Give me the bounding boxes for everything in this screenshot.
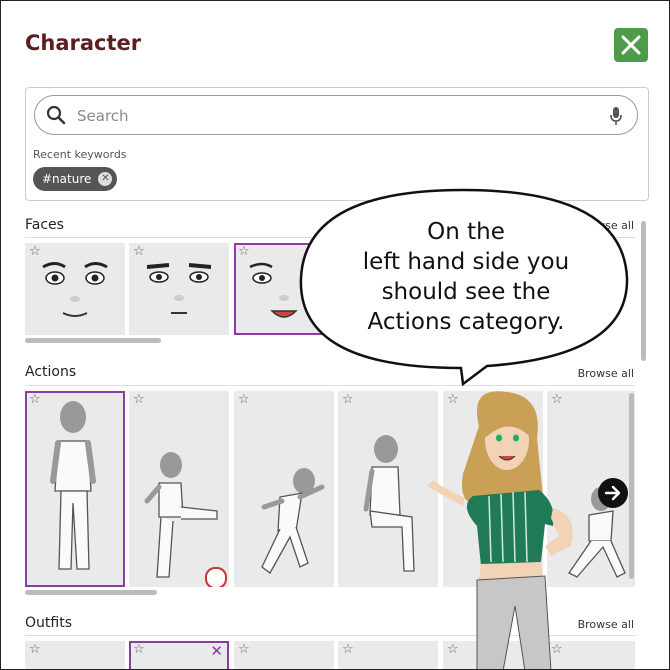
section-title-faces: Faces (25, 217, 64, 233)
star-icon[interactable]: ☆ (238, 643, 250, 657)
bubble-line: Actions category. (367, 309, 565, 335)
search-panel: Search Recent keywords #nature ✕ (25, 87, 649, 201)
search-placeholder: Search (77, 107, 129, 125)
close-button[interactable] (614, 28, 648, 62)
bubble-line: On the (427, 219, 505, 245)
section-title-outfits: Outfits (25, 615, 72, 631)
page-scrollbar[interactable] (641, 221, 646, 361)
kicking-figure (144, 452, 218, 578)
actions-scrollbar[interactable] (25, 590, 157, 595)
standing-figure (50, 401, 96, 570)
outfit-card[interactable]: ☆ (234, 641, 334, 669)
faces-scrollbar[interactable] (25, 338, 161, 343)
outfit-card[interactable]: ☆ (25, 641, 125, 669)
dialog-title: Character (25, 31, 142, 55)
star-icon[interactable]: ☆ (29, 393, 41, 407)
character-dialog: Character Search Recent keywords #nature… (0, 0, 670, 670)
arrow-right-icon (604, 485, 621, 501)
search-icon (46, 105, 66, 125)
star-icon[interactable]: ☆ (238, 393, 250, 407)
remove-outfit-icon[interactable]: ✕ (210, 643, 223, 659)
star-icon[interactable]: ☆ (133, 393, 145, 407)
outfit-card-selected[interactable]: ☆ ✕ (129, 641, 229, 669)
microphone-icon[interactable] (609, 106, 623, 126)
remove-chip-icon[interactable]: ✕ (98, 172, 113, 186)
star-icon[interactable]: ☆ (342, 643, 354, 657)
running-figure (261, 468, 325, 574)
star-icon[interactable]: ☆ (133, 245, 145, 259)
star-icon[interactable]: ☆ (133, 643, 145, 657)
actions-next-button[interactable] (598, 478, 628, 508)
weapon-badge-icon (205, 567, 227, 587)
face-card[interactable]: ☆ (25, 243, 125, 335)
section-title-actions: Actions (25, 364, 77, 380)
close-icon (621, 35, 641, 55)
search-input[interactable]: Search (34, 95, 638, 135)
bubble-line: should see the (381, 279, 551, 305)
bubble-line: left hand side you (362, 249, 570, 275)
star-icon[interactable]: ☆ (29, 643, 41, 657)
action-card[interactable]: ☆ (234, 391, 334, 587)
keyword-chip[interactable]: #nature ✕ (33, 167, 118, 191)
star-icon[interactable]: ☆ (29, 245, 41, 259)
speech-bubble-text: On the left hand side you should see the… (321, 217, 611, 337)
action-card-selected[interactable]: ☆ (25, 391, 125, 587)
keyword-chip-label: #nature (42, 172, 92, 186)
star-icon[interactable]: ☆ (238, 245, 250, 259)
recent-keywords-label: Recent keywords (33, 148, 127, 161)
action-card[interactable]: ☆ (129, 391, 229, 587)
actions-vertical-scrollbar[interactable] (629, 393, 634, 579)
guide-character (427, 391, 573, 669)
face-card[interactable]: ☆ (129, 243, 229, 335)
